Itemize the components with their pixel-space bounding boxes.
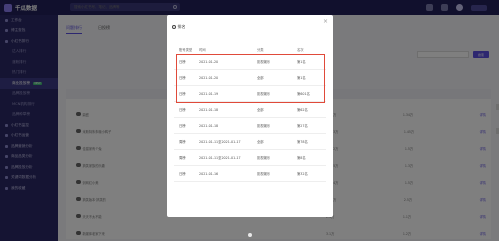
rank-date: 2021-01-20 <box>199 75 219 80</box>
rank-type: 日榜 <box>179 60 186 64</box>
table-row: 日榜 2021-01-20 影视娱乐 第1名 <box>174 54 326 70</box>
column-header: 账号类型 <box>179 47 193 52</box>
table-row: 日榜 2021-01-18 影视娱乐 第27名 <box>174 118 326 134</box>
table-row: 周榜 2021-01-11至2021-01-17 影视娱乐 第8名 <box>174 150 326 166</box>
rank-rank: 第78名 <box>297 140 308 144</box>
column-header: 名次 <box>297 47 304 52</box>
rank-rank: 第27名 <box>297 124 308 128</box>
rank-type: 日榜 <box>179 108 186 112</box>
rank-category: 全部 <box>257 108 264 112</box>
rank-date: 2021-01-19 <box>199 91 219 96</box>
rank-table: 账号类型 时间 分类 名次 日榜 2021-01-20 影视娱乐 第1名 日榜 2021-… <box>174 44 326 182</box>
rank-date: 2021-01-20 <box>199 59 219 64</box>
rank-category: 影视娱乐 <box>257 172 271 176</box>
rank-date: 2021-01-11至2021-01-17 <box>199 156 241 160</box>
table-row: 日榜 2021-01-20 全部 第1名 <box>174 70 326 86</box>
rank-rank: 第62名 <box>297 108 308 112</box>
rank-date: 2021-01-18 <box>199 123 219 128</box>
rank-category: 全部 <box>257 140 264 144</box>
rank-category: 影视娱乐 <box>257 156 271 160</box>
table-row: 周榜 2021-01-11至2021-01-17 全部 第78名 <box>174 134 326 150</box>
modal-title: 排名 <box>172 24 186 30</box>
column-header: 时间 <box>199 47 206 52</box>
column-header: 分类 <box>257 47 264 52</box>
modal-title-text: 排名 <box>177 24 186 29</box>
table-row: 日榜 2021-01-16 影视娱乐 第32名 <box>174 166 326 182</box>
rank-rank: 第1名 <box>297 76 306 80</box>
rank-type: 周榜 <box>179 140 186 144</box>
rank-type: 日榜 <box>179 172 186 176</box>
rank-date: 2021-01-11至2021-01-17 <box>199 140 241 144</box>
rank-type: 日榜 <box>179 92 186 96</box>
rank-category: 影视娱乐 <box>257 92 271 96</box>
rank-category: 全部 <box>257 76 264 80</box>
pager-dot[interactable] <box>248 233 252 237</box>
rank-type: 日榜 <box>179 124 186 128</box>
rank-rank: 第32名 <box>297 172 308 176</box>
close-icon[interactable]: × <box>323 18 328 25</box>
rank-rank: 第8名 <box>297 156 306 160</box>
rank-date: 2021-01-18 <box>199 107 219 112</box>
rank-rank: 第1名 <box>297 60 306 64</box>
table-row: 日榜 2021-01-18 全部 第62名 <box>174 102 326 118</box>
rank-icon <box>172 25 176 29</box>
table-header: 账号类型 时间 分类 名次 <box>174 44 326 54</box>
rank-date: 2021-01-16 <box>199 171 219 176</box>
rank-category: 影视娱乐 <box>257 124 271 128</box>
rank-type: 周榜 <box>179 156 186 160</box>
rank-type: 日榜 <box>179 76 186 80</box>
table-row: 日榜 2021-01-19 影视娱乐 第601名 <box>174 86 326 102</box>
rank-rank: 第601名 <box>297 92 310 96</box>
rank-modal: 排名 × 账号类型 时间 分类 名次 日榜 2021-01-20 影视娱乐 第1名 日榜… <box>167 15 333 217</box>
rank-category: 影视娱乐 <box>257 60 271 64</box>
